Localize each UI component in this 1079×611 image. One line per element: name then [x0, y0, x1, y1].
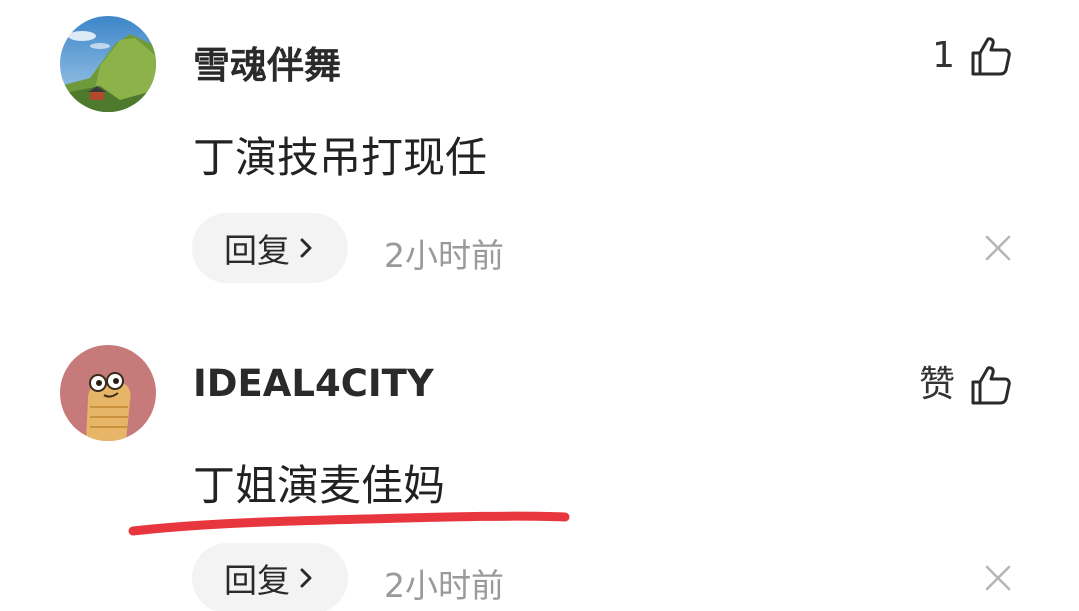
dismiss-button[interactable]	[983, 233, 1013, 263]
comment-list: 雪魂伴舞 1 丁演技吊打现任 回复 2小时前 IDEAL4CITY 赞 丁姐演麦…	[0, 0, 1079, 611]
close-icon	[985, 235, 1011, 261]
reply-label: 回复	[224, 231, 290, 270]
chevron-right-icon	[296, 566, 316, 590]
user-avatar[interactable]	[60, 16, 156, 112]
reply-label: 回复	[224, 561, 290, 600]
like-button[interactable]: 1	[932, 34, 1013, 78]
username[interactable]: IDEAL4CITY	[193, 362, 434, 405]
cartoon-character-icon	[60, 345, 156, 441]
like-count: 1	[932, 35, 955, 76]
timestamp: 2小时前	[384, 566, 504, 605]
thumbs-up-icon	[969, 34, 1013, 78]
reply-button[interactable]: 回复	[192, 543, 348, 611]
user-avatar[interactable]	[60, 345, 156, 441]
timestamp: 2小时前	[384, 236, 504, 275]
comment-text: 丁演技吊打现任	[193, 133, 488, 182]
like-label: 赞	[918, 364, 955, 405]
chevron-right-icon	[296, 236, 316, 260]
reply-button[interactable]: 回复	[192, 213, 348, 283]
mountain-landscape-icon	[60, 16, 156, 112]
close-icon	[985, 565, 1011, 591]
thumbs-up-icon	[969, 363, 1013, 407]
comment-text: 丁姐演麦佳妈	[193, 461, 446, 510]
dismiss-button[interactable]	[983, 563, 1013, 593]
username[interactable]: 雪魂伴舞	[193, 35, 341, 89]
comment-item: 雪魂伴舞 1 丁演技吊打现任 回复 2小时前	[0, 0, 1079, 300]
comment-item: IDEAL4CITY 赞 丁姐演麦佳妈 回复 2小时前	[0, 330, 1079, 611]
like-button[interactable]: 赞	[919, 363, 1013, 407]
